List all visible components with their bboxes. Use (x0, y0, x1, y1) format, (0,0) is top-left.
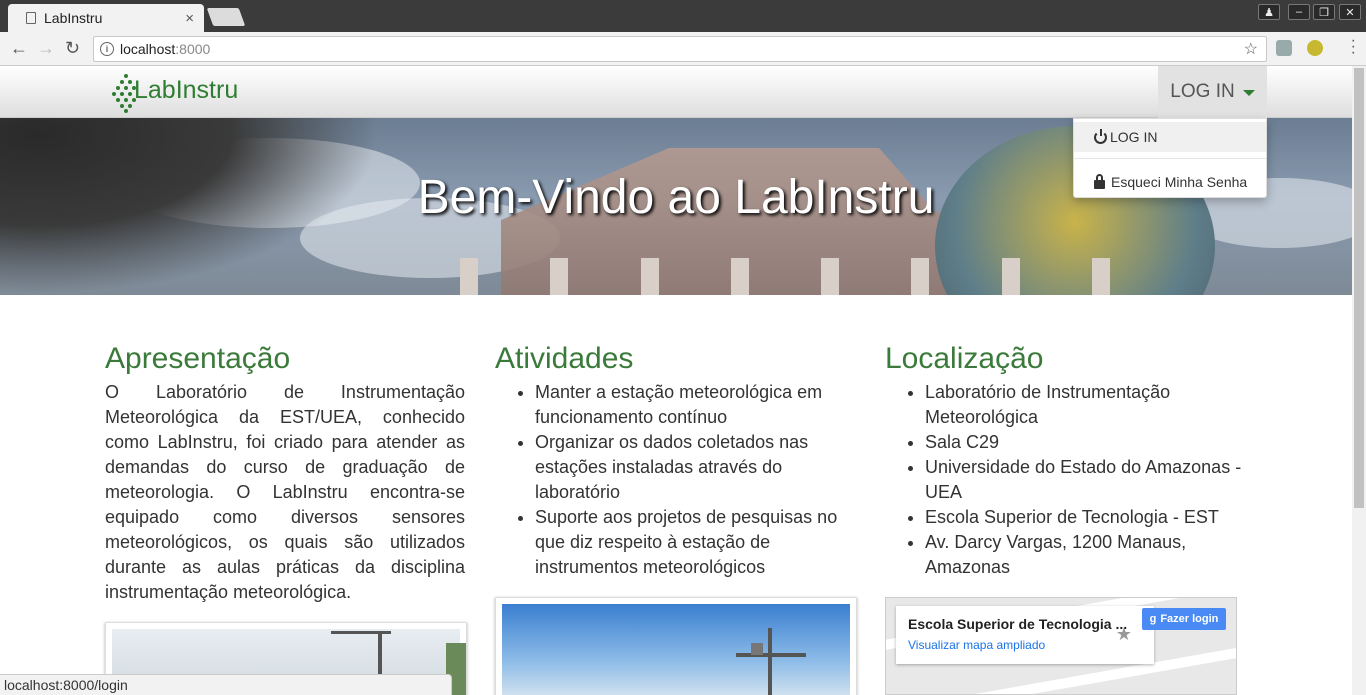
extension-android-icon[interactable] (1307, 40, 1323, 56)
dropdown-divider (1074, 158, 1266, 159)
login-dropdown-menu: LOG IN Esqueci Minha Senha (1073, 118, 1267, 198)
restore-icon[interactable]: ❐ (1313, 4, 1335, 20)
station-photo-2 (495, 597, 857, 695)
dropdown-forgot-password-item[interactable]: Esqueci Minha Senha (1074, 167, 1266, 197)
window-close-icon[interactable]: ✕ (1339, 4, 1361, 20)
profile-icon[interactable]: ♟ (1258, 4, 1280, 20)
section-atividades: Atividades Manter a estação meteorológic… (495, 342, 855, 580)
dropdown-login-item[interactable]: LOG IN (1074, 122, 1266, 152)
back-icon[interactable]: ← (10, 38, 28, 59)
minimize-icon[interactable]: – (1288, 4, 1310, 20)
bookmark-star-icon[interactable]: ☆ (1244, 39, 1258, 59)
map-login-label: Fazer login (1160, 613, 1219, 625)
section-title: Atividades (495, 342, 634, 375)
map-place-title: Escola Superior de Tecnologia ... (908, 616, 1128, 632)
list-item: Organizar os dados coletados nas estaçõe… (535, 430, 855, 505)
login-dropdown-toggle[interactable]: LOG IN (1158, 66, 1267, 118)
logo-dots-icon (112, 72, 146, 113)
login-toggle-label: LOG IN (1170, 81, 1235, 102)
new-tab-button[interactable] (206, 8, 246, 26)
activities-list: Manter a estação meteorológica em funcio… (495, 380, 855, 580)
browser-status-bar: localhost:8000/login (0, 674, 452, 695)
caret-down-icon (1242, 90, 1255, 96)
list-item: Sala C29 (925, 430, 1245, 455)
section-title: Apresentação (105, 342, 291, 375)
map-place-card: Escola Superior de Tecnologia ... Visual… (896, 606, 1154, 664)
address-bar[interactable]: i localhost:8000 ☆ (93, 36, 1267, 62)
url-port: :8000 (175, 41, 211, 57)
section-apresentacao: Apresentação O Laboratório de Instrument… (105, 342, 465, 605)
logo-text: LabInstru (134, 75, 239, 104)
extension-icon[interactable] (1276, 40, 1292, 56)
site-navbar: LabInstru LOG IN (0, 66, 1352, 118)
scrollbar-thumb[interactable] (1354, 68, 1364, 508)
map-login-button[interactable]: g Fazer login (1142, 608, 1226, 630)
section-text: O Laboratório de Instrumentação Meteorol… (105, 382, 465, 602)
section-title: Localização (885, 342, 1044, 375)
location-list: Laboratório de Instrumentação Meteorológ… (885, 380, 1245, 580)
page-icon (26, 12, 36, 24)
map-view-larger-link[interactable]: Visualizar mapa ampliado (908, 638, 1142, 652)
url-host: localhost (120, 41, 176, 57)
site-info-icon[interactable]: i (100, 42, 114, 56)
list-item: Suporte aos projetos de pesquisas no que… (535, 505, 855, 580)
lock-icon (1094, 173, 1105, 189)
map-save-star-icon[interactable]: ★ (1116, 624, 1132, 645)
browser-tab[interactable]: LabInstru × (8, 4, 204, 32)
reload-icon[interactable]: ↻ (65, 38, 80, 59)
list-item: Escola Superior de Tecnologia - EST (925, 505, 1245, 530)
list-item: Av. Darcy Vargas, 1200 Manaus, Amazonas (925, 530, 1245, 580)
forward-icon[interactable]: → (37, 38, 55, 59)
list-item: Laboratório de Instrumentação Meteorológ… (925, 380, 1245, 430)
list-item: Universidade do Estado do Amazonas - UEA (925, 455, 1245, 505)
browser-tab-bar: LabInstru × ♟ – ❐ ✕ (0, 0, 1366, 32)
list-item: Manter a estação meteorológica em funcio… (535, 380, 855, 430)
page-scrollbar[interactable] (1352, 66, 1366, 695)
tab-title: LabInstru (44, 10, 103, 26)
browser-toolbar: ← → ↻ i localhost:8000 ☆ · · · (0, 32, 1366, 66)
embedded-map[interactable]: Escola Superior de Tecnologia ... Visual… (885, 597, 1237, 695)
dropdown-forgot-label: Esqueci Minha Senha (1111, 174, 1248, 190)
tab-close-icon[interactable]: × (185, 10, 194, 27)
google-icon: g (1149, 613, 1157, 625)
browser-menu-icon[interactable]: · · · (1351, 33, 1356, 61)
dropdown-login-label: LOG IN (1110, 129, 1158, 145)
site-logo[interactable]: LabInstru (112, 72, 239, 113)
section-localizacao: Localização Laboratório de Instrumentaçã… (885, 342, 1245, 580)
power-icon (1094, 128, 1107, 144)
